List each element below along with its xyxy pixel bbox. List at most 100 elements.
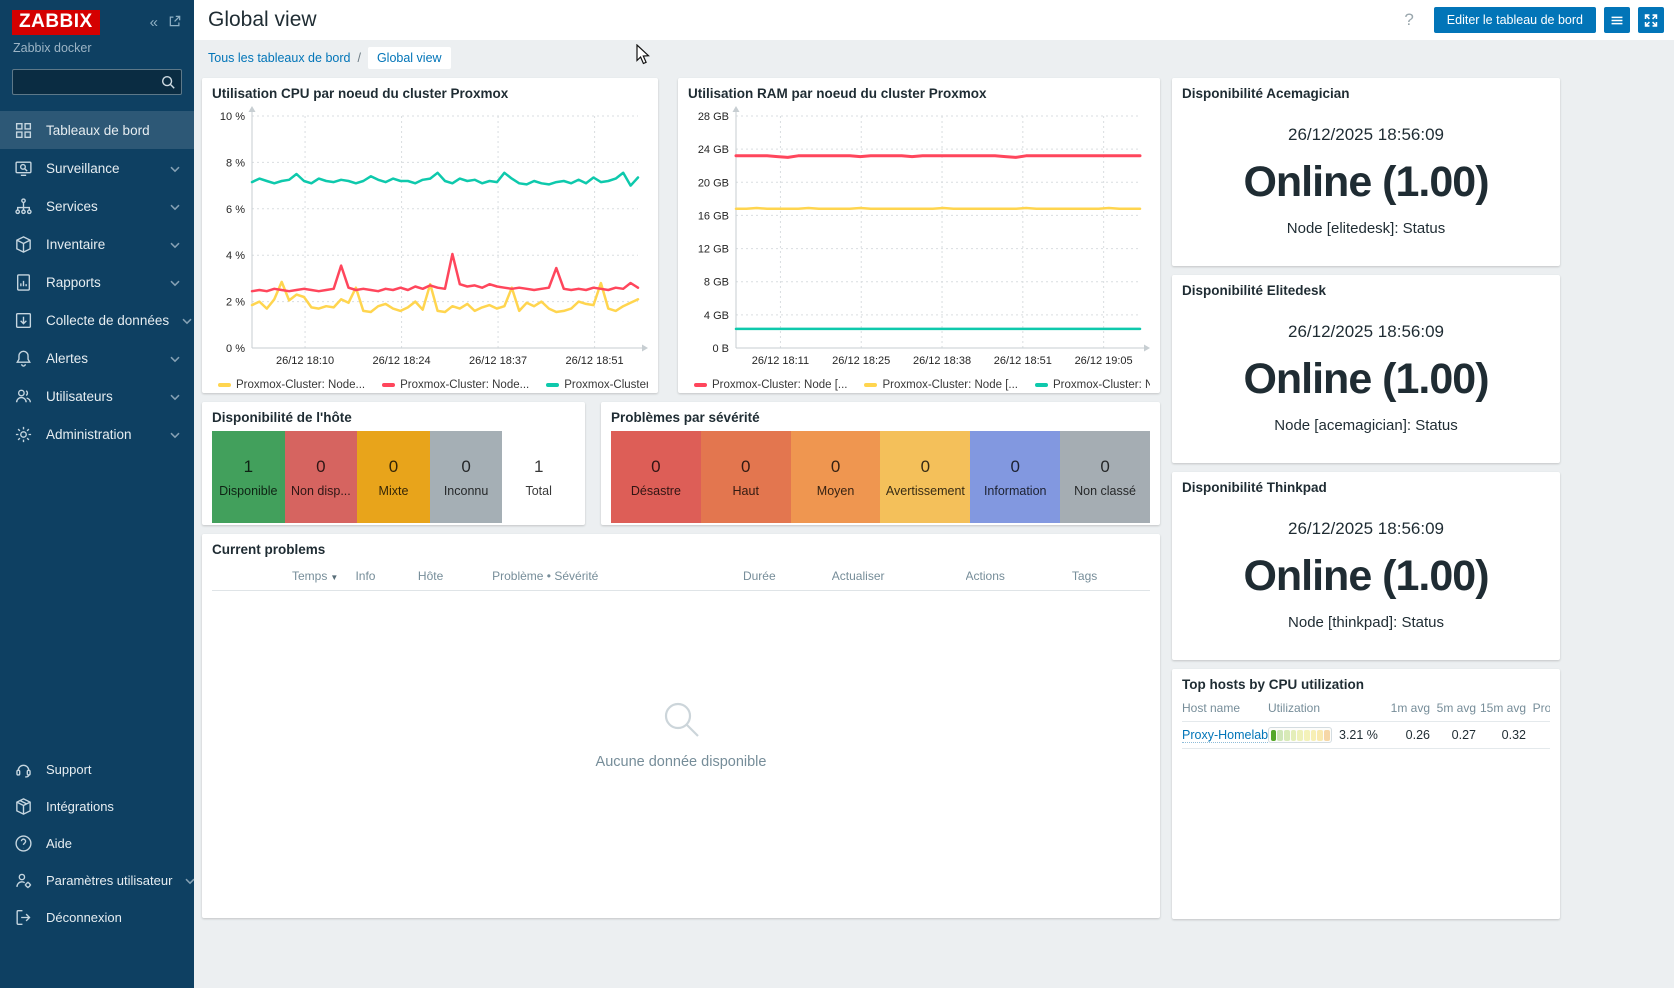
zabbix-app: ZABBIX « Zabbix docker Tableaux de bordS… (0, 0, 1674, 988)
tophosts-column-1m-avg[interactable]: 1m avg (1382, 701, 1430, 715)
problems-column-actions[interactable]: Actions (966, 569, 1072, 583)
host-availability-cell-mixte[interactable]: 0Mixte (357, 431, 430, 523)
sort-desc-icon: ▼ (330, 573, 338, 582)
host-availability-cell-total[interactable]: 1 Total (502, 431, 575, 523)
breadcrumb: Tous les tableaux de bord / Global view (194, 40, 1674, 76)
problems-column-hote[interactable]: Hôte (418, 569, 492, 583)
collapse-sidebar-icon[interactable]: « (150, 15, 158, 30)
empty-state: Aucune donnée disponible (212, 591, 1150, 876)
availability-item: Node [acemagician]: Status (1274, 417, 1457, 434)
tophosts-column-5m-avg[interactable]: 5m avg (1430, 701, 1476, 715)
problems-column-temps[interactable]: Temps▼ (292, 569, 355, 583)
sidebar-item-inventaire[interactable]: Inventaire (0, 225, 194, 263)
sidebar-item-alertes[interactable]: Alertes (0, 339, 194, 377)
sidebar-item-parametres-utilisateur[interactable]: Paramètres utilisateur (0, 862, 194, 899)
severity-cell-information[interactable]: 0Information (970, 431, 1060, 523)
tophosts-column-15m-avg[interactable]: 15m avg (1476, 701, 1526, 715)
sidebar-item-services[interactable]: Services (0, 187, 194, 225)
problems-column-duree[interactable]: Durée (743, 569, 832, 583)
top-hosts-widget: Top hosts by CPU utilization Host nameUt… (1172, 669, 1560, 919)
sidebar-item-utilisateurs[interactable]: Utilisateurs (0, 377, 194, 415)
cell-count: 1 (534, 457, 543, 477)
zabbix-logo[interactable]: ZABBIX (12, 10, 100, 35)
help-link[interactable]: ? (1404, 10, 1413, 30)
sidebar-item-rapports[interactable]: Rapports (0, 263, 194, 301)
fullscreen-button[interactable] (1638, 7, 1664, 33)
sidebar-item-aide[interactable]: Aide (0, 825, 194, 862)
host-availability-cell-disponible[interactable]: 1Disponible (212, 431, 285, 523)
legend-item[interactable]: Proxmox-Cluster: Node... (218, 379, 365, 391)
tophosts-column-proces[interactable]: Proces (1526, 701, 1550, 715)
edit-dashboard-button[interactable]: Editer le tableau de bord (1434, 7, 1596, 33)
widget-title: Current problems (212, 542, 1150, 557)
search-icon[interactable] (160, 74, 176, 90)
inventory-icon (14, 235, 33, 254)
chevron-down-icon (170, 389, 180, 404)
sidebar-item-label: Rapports (46, 275, 101, 290)
breadcrumb-all-dashboards[interactable]: Tous les tableaux de bord (208, 51, 350, 65)
problems-column-info[interactable]: Info (355, 569, 417, 583)
sidebar-item-tableaux-de-bord[interactable]: Tableaux de bord (0, 111, 194, 149)
tophosts-column-host-name[interactable]: Host name (1182, 701, 1268, 715)
chevron-down-icon (170, 351, 180, 366)
current-problems-widget: Current problems Temps▼InfoHôteProblème … (202, 534, 1160, 918)
hide-sidebar-icon[interactable] (168, 14, 182, 31)
problems-table-header: Temps▼InfoHôteProblème • SévéritéDuréeAc… (212, 561, 1150, 591)
svg-text:10 %: 10 % (220, 111, 245, 123)
sidebar-item-label: Tableaux de bord (46, 123, 150, 138)
sidebar-item-surveillance[interactable]: Surveillance (0, 149, 194, 187)
search-input[interactable] (12, 69, 182, 95)
cell-count: 0 (316, 457, 325, 477)
sidebar-item-label: Intégrations (46, 799, 114, 814)
problems-column-tags[interactable]: Tags (1072, 569, 1150, 583)
severity-cell-desastre[interactable]: 0Désastre (611, 431, 701, 523)
legend-item[interactable]: Proxmox-Cluster: Node [... (694, 379, 847, 391)
availability-timestamp: 26/12/2025 18:56:09 (1288, 519, 1444, 539)
cell-label: Total (521, 484, 555, 498)
legend-item[interactable]: Proxmox-Cluster: Node... (546, 379, 648, 391)
sidebar-item-collecte-de-donnees[interactable]: Collecte de données (0, 301, 194, 339)
sidebar-item-deconnexion[interactable]: Déconnexion (0, 899, 194, 936)
legend-label: Proxmox-Cluster: Node... (400, 379, 529, 391)
svg-text:20 GB: 20 GB (698, 177, 729, 189)
services-icon (14, 197, 33, 216)
severity-cell-moyen[interactable]: 0Moyen (791, 431, 881, 523)
widget-title: Disponibilité de l'hôte (212, 410, 575, 425)
legend-item[interactable]: Proxmox-Cluster: Node [... (864, 379, 1017, 391)
widget-title: Disponibilité Elitedesk (1182, 283, 1550, 298)
sidebar-item-administration[interactable]: Administration (0, 415, 194, 453)
severity-cell-haut[interactable]: 0Haut (701, 431, 791, 523)
host-availability-cell-non-disp[interactable]: 0Non disp... (285, 431, 358, 523)
tophosts-column-utilization[interactable]: Utilization (1268, 701, 1382, 715)
legend-color-marker (546, 383, 559, 387)
widget-title: Disponibilité Acemagician (1182, 86, 1550, 101)
cell-count: 0 (389, 457, 398, 477)
host-link[interactable]: Proxy-Homelab (1182, 728, 1268, 743)
chevron-down-icon (185, 873, 195, 888)
svg-text:26/12 18:25: 26/12 18:25 (832, 355, 890, 367)
problems-column-probleme-severite[interactable]: Problème • Sévérité (492, 569, 743, 583)
sidebar-item-label: Surveillance (46, 161, 120, 176)
svg-text:26/12 18:11: 26/12 18:11 (752, 355, 809, 367)
breadcrumb-current[interactable]: Global view (368, 47, 451, 69)
problems-column-actualiser[interactable]: Actualiser (832, 569, 966, 583)
dashboard-grid: Utilisation CPU par noeud du cluster Pro… (194, 76, 1674, 988)
sidebar-footer-menu: Support Intégrations AideParamètres utilis… (0, 751, 194, 936)
sidebar-item-label: Administration (46, 427, 132, 442)
topbar: Global view ? Editer le tableau de bord (194, 0, 1674, 40)
dashboard-menu-button[interactable] (1604, 7, 1630, 33)
legend-item[interactable]: Proxmox-Cluster: Node... (382, 379, 529, 391)
severity-cell-avertissement[interactable]: 0Avertissement (880, 431, 970, 523)
severity-cell-non-classe[interactable]: 0Non classé (1060, 431, 1150, 523)
cell-count: 0 (831, 457, 840, 477)
sidebar-item-label: Inventaire (46, 237, 105, 252)
cell-label: Désastre (627, 484, 685, 498)
sidebar-item-integrations[interactable]: Intégrations (0, 788, 194, 825)
host-availability-cell-inconnu[interactable]: 0Inconnu (430, 431, 503, 523)
ram-chart-widget: Utilisation RAM par noeud du cluster Pro… (678, 78, 1160, 393)
main-area: Global view ? Editer le tableau de bord … (194, 0, 1674, 988)
legend-label: Proxmox-Cluster: Node [... (882, 379, 1017, 391)
legend-item[interactable]: Proxmox-Cluster: Node [... (1035, 379, 1150, 391)
sidebar-item-support[interactable]: Support (0, 751, 194, 788)
help-circle-icon (14, 834, 33, 853)
